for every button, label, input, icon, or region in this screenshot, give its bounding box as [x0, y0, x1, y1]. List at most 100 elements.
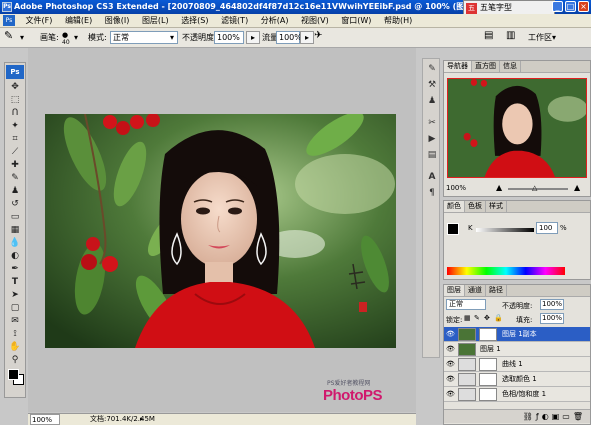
foreground-color-swatch[interactable]	[8, 369, 19, 380]
workspace-chevron-icon[interactable]: ▾	[552, 32, 556, 44]
menu-view[interactable]: 视图(V)	[296, 14, 334, 27]
tab-navigator[interactable]: 导航器	[444, 61, 472, 72]
paragraph-panel-icon[interactable]: ¶	[425, 187, 439, 200]
layer-row-selective-color[interactable]: 👁 选取颜色 1	[444, 372, 590, 387]
opacity-input[interactable]: 100%	[214, 31, 244, 44]
layer-row-curves[interactable]: 👁 曲线 1	[444, 357, 590, 372]
close-button[interactable]: ×	[578, 1, 589, 12]
zoom-out-icon[interactable]: ▲	[496, 183, 502, 192]
layer-comps-icon[interactable]: ▤	[425, 149, 439, 162]
clone-stamp-tool-icon[interactable]: ♟	[7, 185, 23, 197]
menu-window[interactable]: 窗口(W)	[336, 14, 376, 27]
tab-swatches[interactable]: 色板	[465, 201, 486, 212]
healing-brush-tool-icon[interactable]: ✚	[7, 159, 23, 171]
minimize-button[interactable]: _	[552, 1, 563, 12]
tab-channels[interactable]: 通道	[465, 285, 486, 296]
palette-toggle-icon[interactable]: ▥	[506, 30, 515, 42]
menu-help[interactable]: 帮助(H)	[379, 14, 417, 27]
crop-tool-icon[interactable]: ⌗	[7, 133, 23, 145]
layers-footer-buttons[interactable]: ⛓ƒ◐▣▭🗑	[444, 409, 590, 423]
dodge-tool-icon[interactable]: ◐	[7, 250, 23, 262]
brushes-panel-icon[interactable]: ✎	[425, 63, 439, 76]
blur-tool-icon[interactable]: 💧	[7, 237, 23, 249]
layer-mask-thumbnail[interactable]	[479, 373, 497, 386]
fill-input[interactable]: 100%	[540, 313, 564, 324]
lock-pixels-icon[interactable]: ✎	[474, 314, 480, 322]
magic-wand-tool-icon[interactable]: ✦	[7, 120, 23, 132]
layer-visibility-eye-icon[interactable]: 👁	[446, 330, 455, 338]
tool-preset-chevron-icon[interactable]: ▾	[20, 32, 24, 44]
history-panel-icon[interactable]: ✂	[425, 117, 439, 130]
history-brush-tool-icon[interactable]: ↺	[7, 198, 23, 210]
flow-slider-button[interactable]: ▸	[300, 31, 314, 44]
notes-tool-icon[interactable]: ✉	[7, 315, 23, 327]
airbrush-icon[interactable]: ✈	[314, 30, 322, 42]
layer-opacity-input[interactable]: 100%	[540, 299, 564, 310]
lock-position-icon[interactable]: ✥	[484, 314, 490, 322]
menu-select[interactable]: 选择(S)	[176, 14, 213, 27]
zoom-tool-icon[interactable]: ⚲	[7, 354, 23, 366]
menu-edit[interactable]: 编辑(E)	[60, 14, 97, 27]
layer-row-base[interactable]: 👁 图层 1	[444, 342, 590, 357]
color-k-input[interactable]: 100	[536, 222, 558, 234]
color-spectrum-bar[interactable]	[447, 267, 565, 275]
actions-panel-icon[interactable]: ▶	[425, 133, 439, 146]
tab-color[interactable]: 颜色	[444, 201, 465, 212]
palette-well-icon[interactable]: ▤	[484, 30, 493, 42]
color-k-slider[interactable]	[476, 228, 534, 232]
lock-transparency-icon[interactable]: ▦	[464, 314, 471, 322]
brush-tool-icon-toolbox[interactable]: ✎	[7, 172, 23, 184]
menu-filter[interactable]: 滤镜(T)	[216, 14, 253, 27]
maximize-button[interactable]: □	[565, 1, 576, 12]
navigator-preview[interactable]	[447, 78, 587, 178]
layer-visibility-eye-icon[interactable]: 👁	[446, 345, 455, 353]
pen-tool-icon[interactable]: ✒	[7, 263, 23, 275]
type-tool-icon[interactable]: T	[7, 276, 23, 288]
tab-styles[interactable]: 样式	[486, 201, 507, 212]
slice-tool-icon[interactable]: ⟋	[7, 146, 23, 158]
layer-row-copy[interactable]: 👁 图层 1副本	[444, 327, 590, 342]
menu-file[interactable]: 文件(F)	[21, 14, 58, 27]
layer-visibility-eye-icon[interactable]: 👁	[446, 390, 455, 398]
mode-select[interactable]: 正常	[110, 31, 178, 44]
workspace-button[interactable]: 工作区	[528, 32, 552, 44]
tab-info[interactable]: 信息	[500, 61, 521, 72]
clone-source-icon[interactable]: ♟	[425, 95, 439, 108]
opacity-slider-button[interactable]: ▸	[246, 31, 260, 44]
layer-mask-thumbnail[interactable]	[479, 328, 497, 341]
document-image[interactable]	[45, 114, 396, 348]
navigator-zoom-slider[interactable]	[508, 188, 568, 190]
status-menu-arrow-icon[interactable]: ▸	[140, 414, 144, 425]
layer-visibility-eye-icon[interactable]: 👁	[446, 360, 455, 368]
marquee-tool-icon[interactable]: ⬚	[7, 94, 23, 106]
blend-mode-select[interactable]: 正常	[446, 299, 486, 310]
hand-tool-icon[interactable]: ✋	[7, 341, 23, 353]
eraser-tool-icon[interactable]: ▭	[7, 211, 23, 223]
eyedropper-tool-icon[interactable]: ⟟	[7, 328, 23, 340]
ps-menu-icon[interactable]: Ps	[3, 15, 15, 26]
menu-analysis[interactable]: 分析(A)	[256, 14, 294, 27]
path-selection-tool-icon[interactable]: ➤	[7, 289, 23, 301]
flow-input[interactable]: 100%	[276, 31, 302, 44]
brush-tool-icon[interactable]: ✎	[4, 30, 13, 42]
menu-layer[interactable]: 图层(L)	[137, 14, 174, 27]
layer-row-hue-saturation[interactable]: 👁 色相/饱和度 1	[444, 387, 590, 402]
gradient-tool-icon[interactable]: ▦	[7, 224, 23, 236]
character-panel-icon[interactable]: A	[425, 171, 439, 184]
lock-all-icon[interactable]: 🔒	[494, 314, 503, 322]
layer-visibility-eye-icon[interactable]: 👁	[446, 375, 455, 383]
navigator-zoom[interactable]: 100%	[446, 184, 466, 192]
tab-layers[interactable]: 图层	[444, 285, 465, 296]
brush-picker-chevron-icon[interactable]: ▾	[74, 32, 78, 44]
shape-tool-icon[interactable]: ▢	[7, 302, 23, 314]
zoom-in-icon[interactable]: ▲	[574, 183, 580, 192]
layer-mask-thumbnail[interactable]	[479, 388, 497, 401]
zoom-slider-thumb-icon[interactable]: △	[532, 184, 537, 192]
color-fg-swatch[interactable]	[447, 223, 459, 235]
tool-presets-icon[interactable]: ⚒	[425, 79, 439, 92]
layer-mask-thumbnail[interactable]	[479, 358, 497, 371]
zoom-field[interactable]: 100%	[30, 414, 60, 425]
move-tool-icon[interactable]: ✥	[7, 81, 23, 93]
lasso-tool-icon[interactable]: ᑎ	[7, 107, 23, 119]
menu-image[interactable]: 图像(I)	[100, 14, 135, 27]
